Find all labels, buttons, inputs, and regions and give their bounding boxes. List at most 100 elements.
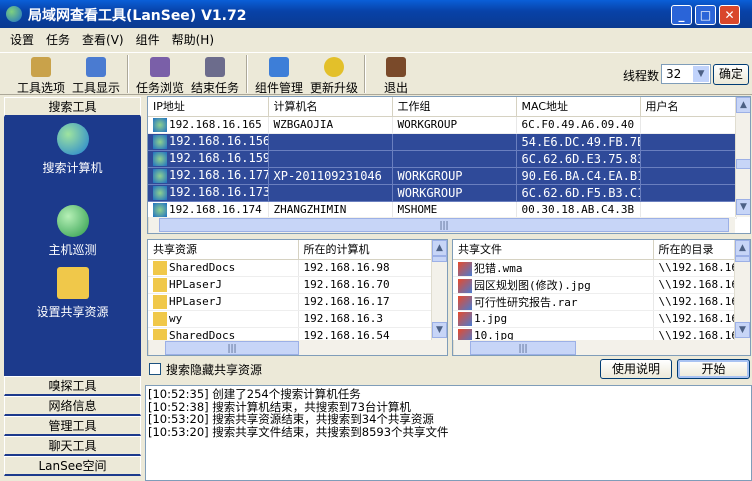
cell-text: ZHANGZHIMIN: [273, 203, 347, 216]
cell-text: 犯错.wma: [474, 261, 523, 275]
threads-select[interactable]: 32 ▼: [661, 64, 711, 84]
table-row[interactable]: wy 192.168.16.3: [148, 310, 433, 328]
menu-task[interactable]: 任务: [40, 31, 76, 50]
table-row[interactable]: 192.168.16.156 54.E6.DC.49.FB.7B: [148, 133, 737, 151]
tool-display-button[interactable]: 工具显示: [67, 55, 125, 95]
cell-text: 园区规划图(修改).jpg: [474, 278, 591, 292]
component-manage-button[interactable]: 组件管理: [250, 55, 308, 95]
confirm-button[interactable]: 确定: [713, 64, 749, 85]
table-cell: 90.E6.BA.C4.EA.B1: [516, 167, 641, 185]
horizontal-scrollbar[interactable]: |||: [148, 217, 735, 233]
menu-view[interactable]: 查看(V): [76, 31, 130, 50]
menu-help[interactable]: 帮助(H): [166, 31, 220, 50]
col-user[interactable]: 用户名: [640, 97, 737, 117]
menu-components[interactable]: 组件: [130, 31, 166, 50]
sidebar-section-chat[interactable]: 聊天工具: [4, 436, 141, 456]
hidden-shares-label: 搜索隐藏共享资源: [166, 363, 263, 377]
table-cell: [640, 201, 737, 219]
table-cell: [268, 184, 393, 202]
table-row[interactable]: 犯错.wma \\192.168.16.: [453, 259, 736, 277]
cell-text: WORKGROUP: [397, 185, 463, 200]
col-computer-name[interactable]: 计算机名: [268, 97, 393, 117]
separator: [246, 55, 248, 93]
exit-button[interactable]: 退出: [366, 55, 426, 95]
table-row[interactable]: 192.168.16.177 XP-201109231046 WORKGROUP 90…: [148, 167, 737, 185]
sidebar-header-search[interactable]: 搜索工具: [4, 97, 141, 117]
end-task-button[interactable]: 结束任务: [186, 55, 244, 95]
col-mac[interactable]: MAC地址: [516, 97, 641, 117]
table-cell: 1.jpg: [453, 310, 654, 328]
cell-text: HPLaserJ: [169, 294, 222, 308]
sidebar-item-share-setup[interactable]: 设置共享资源: [4, 267, 141, 320]
table-row[interactable]: 1.jpg \\192.168.16.: [453, 310, 736, 328]
table-cell: HPLaserJ: [148, 293, 299, 311]
task-browse-button[interactable]: 任务浏览: [131, 55, 189, 95]
close-button[interactable]: ✕: [719, 5, 740, 25]
label: 任务浏览: [135, 81, 184, 95]
hidden-shares-checkbox[interactable]: [149, 363, 161, 375]
shares-table: 共享资源 所在的计算机 SharedDocs 192.168.16.98 HPLase…: [147, 239, 448, 356]
log-line: [10:53:20] 搜索共享文件结束，共搜索到8593个共享文件: [148, 424, 449, 439]
table-cell: 192.168.16.159: [148, 150, 269, 168]
table-cell: [640, 133, 737, 151]
cell-text: 192.168.16.174: [169, 202, 262, 216]
sidebar-section-manage[interactable]: 管理工具: [4, 416, 141, 436]
cell-text: 192.168.16.3: [303, 312, 383, 325]
table-cell: ZHANGZHIMIN: [268, 201, 393, 219]
cell-text: \\192.168.16.: [658, 295, 735, 308]
horizontal-scrollbar[interactable]: |||: [453, 340, 750, 355]
vertical-scrollbar[interactable]: ▲ ▼: [734, 240, 750, 340]
app-globe-icon: [6, 6, 22, 22]
separator: [127, 55, 129, 93]
table-row[interactable]: 192.168.16.159 6C.62.6D.E3.75.83: [148, 150, 737, 168]
chevron-down-icon[interactable]: ▼: [693, 66, 709, 82]
vertical-scrollbar[interactable]: ▲ ▼: [431, 240, 447, 340]
sidebar-item-search-computer[interactable]: 搜索计算机: [4, 123, 141, 176]
folder-icon: [153, 294, 167, 309]
start-button[interactable]: 开始: [677, 359, 750, 379]
table-cell: [640, 116, 737, 134]
table-row[interactable]: 192.168.16.165 WZBGAOJIA WORKGROUP 6C.F0.49…: [148, 116, 737, 134]
table-row[interactable]: HPLaserJ 192.168.16.17: [148, 293, 433, 311]
table-cell: 00.30.18.AB.C4.3B: [516, 201, 641, 219]
cell-text: 00.30.18.AB.C4.3B: [521, 203, 635, 216]
col-workgroup[interactable]: 工作组: [392, 97, 517, 117]
gear-icon: [205, 57, 225, 77]
col-file-dir[interactable]: 所在的目录: [653, 240, 736, 260]
col-share-host[interactable]: 所在的计算机: [298, 240, 433, 260]
table-row[interactable]: 192.168.16.173 WORKGROUP 6C.62.6D.F5.B3.C1: [148, 184, 737, 202]
horizontal-scrollbar[interactable]: |||: [148, 340, 447, 355]
table-cell: \\192.168.16.: [653, 259, 736, 277]
table-row[interactable]: SharedDocs 192.168.16.98: [148, 259, 433, 277]
table-cell: WORKGROUP: [392, 167, 517, 185]
col-file[interactable]: 共享文件: [453, 240, 654, 260]
help-button[interactable]: 使用说明: [600, 359, 672, 379]
vertical-scrollbar[interactable]: ▲ ▼: [735, 97, 750, 217]
menu-settings[interactable]: 设置: [4, 31, 40, 50]
tool-options-button[interactable]: 工具选项: [12, 55, 70, 95]
cell-text: 192.168.16.156: [169, 134, 268, 149]
sidebar-section-lansee-space[interactable]: LanSee空间: [4, 456, 141, 476]
sidebar-item-host-patrol[interactable]: 主机巡测: [4, 205, 141, 258]
sidebar-section-sniff[interactable]: 嗅探工具: [4, 376, 141, 396]
minimize-button[interactable]: _: [671, 5, 692, 25]
cell-text: 192.168.16.98: [303, 261, 390, 274]
table-cell: 192.168.16.70: [298, 276, 433, 294]
computer-icon: [153, 202, 167, 217]
table-row[interactable]: 192.168.16.174 ZHANGZHIMIN MSHOME 00.30.18.…: [148, 201, 737, 219]
table-cell: MSHOME: [392, 201, 517, 219]
table-cell: WORKGROUP: [392, 184, 517, 202]
toolbar: 工具选项 工具显示 任务浏览 结束任务 组件管理 更新升级 退出 线程数 32 ▼…: [0, 52, 752, 95]
label: 工具显示: [71, 81, 120, 95]
table-row[interactable]: 可行性研究报告.rar \\192.168.16.: [453, 293, 736, 311]
table-row[interactable]: 园区规划图(修改).jpg \\192.168.16.: [453, 276, 736, 294]
sidebar-section-network-info[interactable]: 网络信息: [4, 396, 141, 416]
table-cell: 192.168.16.156: [148, 133, 269, 151]
col-share[interactable]: 共享资源: [148, 240, 299, 260]
log-panel: [10:52:35] 创建了254个搜索计算机任务 [10:52:38] 搜索计…: [145, 385, 752, 481]
col-ip[interactable]: IP地址: [148, 97, 269, 117]
update-button[interactable]: 更新升级: [305, 55, 363, 95]
table-cell: wy: [148, 310, 299, 328]
maximize-button[interactable]: □: [695, 5, 716, 25]
table-row[interactable]: HPLaserJ 192.168.16.70: [148, 276, 433, 294]
